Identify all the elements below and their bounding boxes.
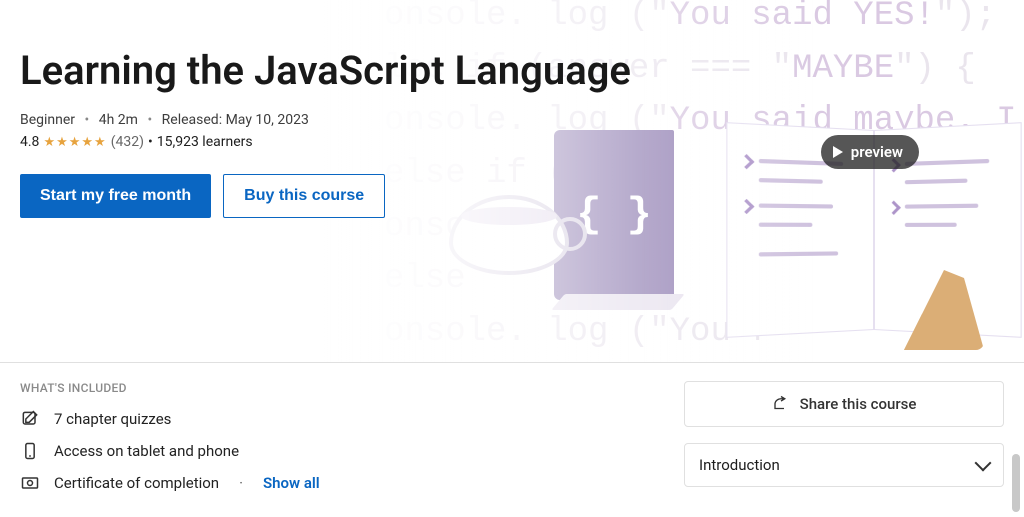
list-item: Certificate of completion · Show all [20,467,644,499]
show-all-link[interactable]: Show all [263,474,320,492]
stars-icon: ★★★★★ [43,135,106,150]
included-heading: WHAT'S INCLUDED [20,381,644,395]
course-title: Learning the JavaScript Language [20,48,1004,94]
level-label: Beginner [20,112,75,128]
released-prefix: Released: [162,112,222,128]
certificate-icon [20,473,40,493]
chevron-down-icon [975,455,992,472]
released-date: May 10, 2023 [226,112,309,128]
duration-label: 4h 2m [99,112,138,128]
preview-button[interactable]: preview [821,135,919,169]
rating-count[interactable]: (432) [111,134,144,150]
quiz-icon [20,409,40,429]
rating-value: 4.8 [20,134,39,150]
start-free-month-button[interactable]: Start my free month [20,174,211,218]
toc-section-introduction[interactable]: Introduction [684,443,1004,487]
share-icon [772,395,790,413]
learners-count: 15,923 learners [157,134,253,150]
share-label: Share this course [800,395,917,413]
preview-label: preview [851,143,903,161]
device-icon [20,441,40,461]
lower-section: WHAT'S INCLUDED 7 chapter quizzes Access… [0,363,1024,499]
share-course-button[interactable]: Share this course [684,381,1004,427]
list-item: Access on tablet and phone [20,435,644,467]
hero-section: onsole. log ("You said YES!"); lse if (a… [0,0,1024,362]
scrollbar-thumb[interactable] [1012,454,1020,512]
play-icon [833,146,843,158]
buy-course-button[interactable]: Buy this course [223,174,385,218]
included-list: 7 chapter quizzes Access on tablet and p… [20,403,644,499]
course-meta: Beginner • 4h 2m • Released: May 10, 202… [20,112,1004,128]
cta-row: Start my free month Buy this course [20,174,1004,218]
list-item: 7 chapter quizzes [20,403,644,435]
toc-section-label: Introduction [699,456,780,474]
